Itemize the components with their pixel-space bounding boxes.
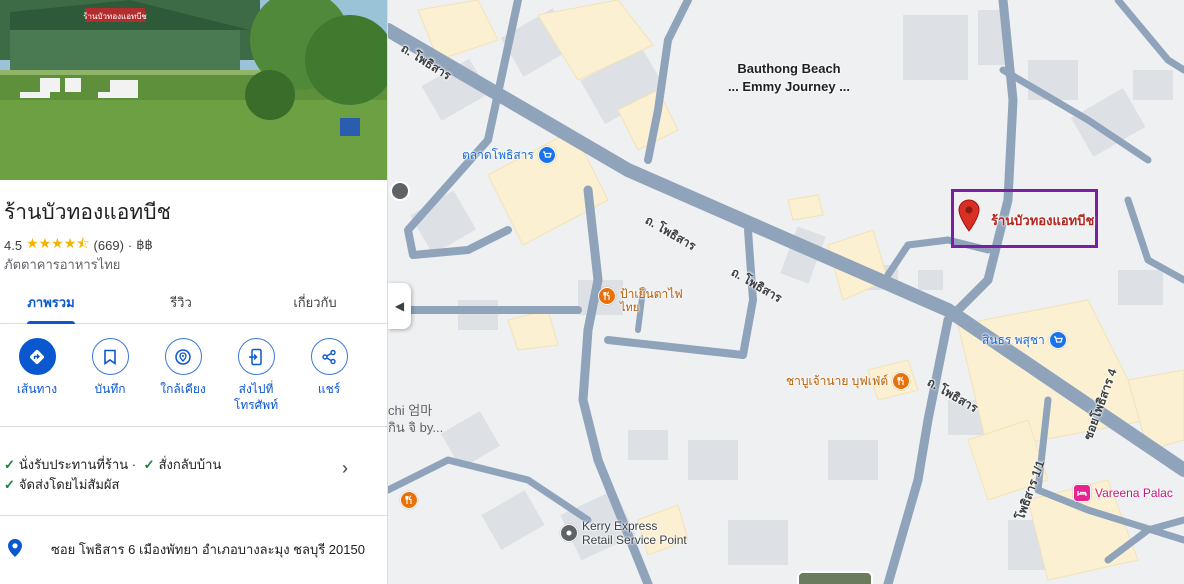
map-pin-icon[interactable] <box>958 199 980 238</box>
rating-value: 4.5 <box>4 237 23 253</box>
divider <box>0 515 387 516</box>
location-dot-icon[interactable] <box>390 181 410 201</box>
tab-label: รีวิว <box>170 294 192 310</box>
service-point-icon <box>560 524 578 542</box>
check-icon: ✓ <box>4 477 15 492</box>
collapse-panel-button[interactable]: ◀ <box>388 283 411 329</box>
selected-place-label[interactable]: ร้านบัวทองแอทบีช <box>991 210 1094 231</box>
place-photo-image: ร้านบัวทองแอทบีช <box>0 0 387 180</box>
street-view-thumbnail[interactable] <box>797 571 873 584</box>
check-icon: ✓ <box>143 457 155 472</box>
action-label: ส่งไปที่โทรศัพท์ <box>233 382 279 412</box>
chevron-left-icon: ◀ <box>394 299 405 313</box>
service-takeout: สั่งกลับบ้าน <box>158 457 222 472</box>
location-pin-icon <box>7 538 23 563</box>
price-level: ฿฿ <box>136 237 153 252</box>
action-buttons: เส้นทาง บันทึก ใกล้เคียง ส่งไปที่โทรศัพท… <box>0 338 387 418</box>
nearby-button[interactable]: ใกล้เคียง <box>146 338 220 397</box>
check-icon: ✓ <box>4 457 15 472</box>
service-dine-in: นั่งรับประทานที่ร้าน · <box>18 457 137 472</box>
chevron-right-icon[interactable]: › <box>342 458 348 479</box>
action-label: ใกล้เคียง <box>160 382 206 396</box>
active-tab-indicator <box>27 321 75 324</box>
divider <box>0 426 387 427</box>
send-to-phone-button[interactable]: ส่งไปที่โทรศัพท์ <box>219 338 293 413</box>
share-icon <box>310 338 348 375</box>
place-tabs: ภาพรวม รีวิว เกี่ยวกับ <box>0 280 387 324</box>
address-text: ซอย โพธิสาร 6 เมืองพัทยา อำเภอบางละมุง ช… <box>51 542 365 557</box>
tab-reviews[interactable]: รีวิว <box>130 280 232 324</box>
action-label: แชร์ <box>317 382 341 396</box>
tab-label: ภาพรวม <box>27 294 75 310</box>
action-label: บันทึก <box>94 382 126 396</box>
bed-icon <box>1073 484 1091 502</box>
separator-dot: · <box>127 237 133 253</box>
save-button[interactable]: บันทึก <box>73 338 147 397</box>
fork-knife-icon <box>598 287 616 305</box>
poi-label-group: Kerry Express Retail Service Point <box>582 519 687 547</box>
directions-button[interactable]: เส้นทาง <box>0 338 74 397</box>
area-label-line: Bauthong Beach <box>737 61 841 76</box>
poi-label: ป้าเย็นตาไฟ <box>620 287 683 301</box>
service-options[interactable]: ✓ นั่งรับประทานที่ร้าน · ✓ สั่งกลับบ้าน ✓ จ… <box>4 455 344 495</box>
place-title: ร้านบัวทองแอทบีช <box>4 201 171 224</box>
service-line: ✓ จัดส่งโดยไม่สัมผัส <box>4 475 344 495</box>
cart-icon <box>1048 331 1067 349</box>
place-details-panel: ร้านบัวทองแอทบีช ร้านบัวทองแอทบีช 4.5 ★★… <box>0 0 388 584</box>
poi-store[interactable]: สินธร พสุชา <box>982 331 1067 349</box>
tab-label: เกี่ยวกับ <box>293 294 337 310</box>
tab-about[interactable]: เกี่ยวกับ <box>264 280 366 324</box>
poi-label: Kerry Express <box>582 519 658 533</box>
shop-sign-text: ร้านบัวทองแอทบีช <box>83 12 147 21</box>
poi-label: chi 엄마 <box>388 403 433 418</box>
bookmark-icon <box>91 338 129 375</box>
area-label-line: ... Emmy Journey ... <box>727 79 851 94</box>
poi-label-group: ป้าเย็นตาไฟ ไทย <box>620 287 683 315</box>
poi-label: ตลาดโพธิสาร <box>462 148 534 162</box>
fork-knife-icon <box>400 491 418 509</box>
nearby-icon <box>164 338 202 375</box>
cart-icon <box>537 146 556 164</box>
poi-kerry-express[interactable]: Kerry Express Retail Service Point <box>560 519 687 547</box>
poi-partial-label: chi 엄마 กิน จิ by... <box>388 402 443 436</box>
share-button[interactable]: แชร์ <box>292 338 366 397</box>
poi-label: Vareena Palac <box>1095 486 1173 500</box>
place-category[interactable]: ภัตตาคารอาหารไทย <box>4 254 120 275</box>
poi-restaurant[interactable]: ชาบูเจ้านาย บุฟเฟ่ต์ <box>786 372 911 390</box>
fork-knife-icon <box>892 372 911 390</box>
poi-label: สินธร พสุชา <box>982 333 1045 347</box>
poi-sub-label: กิน จิ by... <box>388 420 444 435</box>
poi-restaurant[interactable] <box>400 491 418 509</box>
service-line: ✓ นั่งรับประทานที่ร้าน · ✓ สั่งกลับบ้าน <box>4 455 344 475</box>
directions-icon <box>18 338 56 375</box>
poi-sub-label: Retail Service Point <box>582 533 687 547</box>
area-label: Bauthong Beach ... Emmy Journey ... <box>716 60 862 96</box>
poi-hotel[interactable]: Vareena Palac <box>1073 484 1173 502</box>
poi-sub-label: ไทย <box>620 302 640 314</box>
send-to-phone-icon <box>237 338 275 375</box>
service-no-contact-delivery: จัดส่งโดยไม่สัมผัส <box>18 477 120 492</box>
map-canvas[interactable]: ถ. โพธิสาร ถ. โพธิสาร ถ. โพธิสาร ถ. โพธิ… <box>388 0 1184 584</box>
poi-restaurant[interactable]: ป้าเย็นตาไฟ ไทย <box>598 287 683 315</box>
poi-label: ชาบูเจ้านาย บุฟเฟ่ต์ <box>786 374 889 388</box>
action-label: เส้นทาง <box>16 382 58 396</box>
tab-overview[interactable]: ภาพรวม <box>0 280 102 324</box>
poi-market[interactable]: ตลาดโพธิสาร <box>462 146 556 164</box>
place-photo[interactable]: ร้านบัวทองแอทบีช <box>0 0 387 180</box>
review-count[interactable]: (669) <box>94 238 124 253</box>
